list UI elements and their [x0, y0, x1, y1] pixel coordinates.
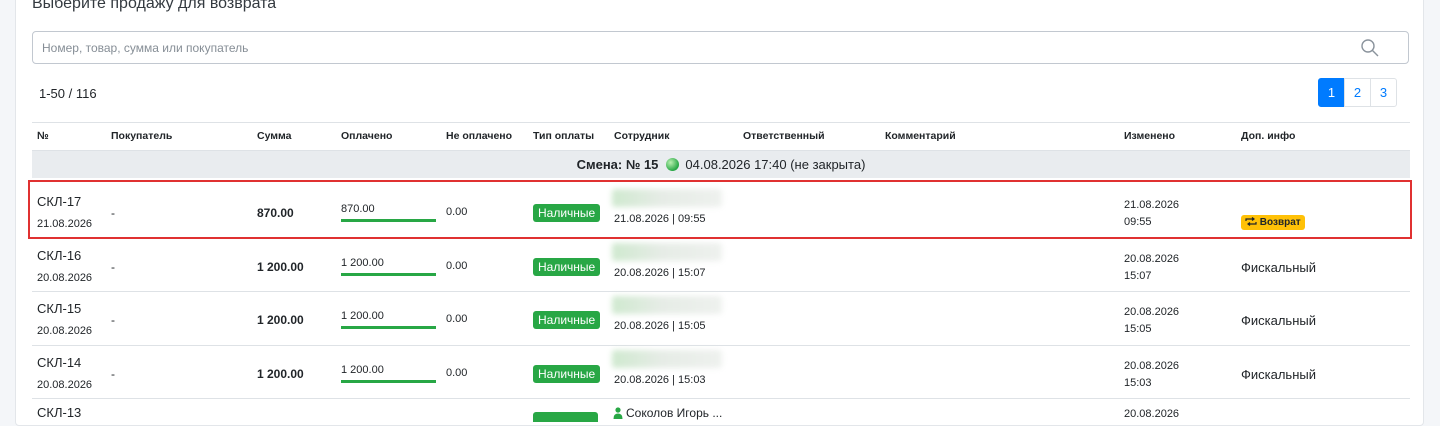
sale-number: СКЛ-15: [37, 301, 82, 316]
page-2-button[interactable]: 2: [1344, 78, 1371, 107]
payment-type-badge: Наличные: [533, 311, 601, 329]
employee-name: Соколов Игорь ...: [626, 406, 723, 420]
col-header-num[interactable]: №: [37, 130, 49, 142]
employee-name-blurred: [612, 189, 722, 207]
repeat-icon: [1245, 217, 1257, 226]
changed-date: 20.08.2026: [1124, 360, 1180, 372]
sum-cell: 870.00: [257, 206, 294, 220]
status-dot-icon: [666, 158, 680, 171]
col-header-sum[interactable]: Сумма: [257, 130, 292, 142]
sum-cell: 1 200.00: [257, 313, 304, 327]
sale-date: 20.08.2026: [37, 272, 93, 284]
pagination: 1 2 3: [1318, 78, 1397, 107]
paid-cell: 1 200.00: [341, 257, 384, 269]
sale-number: СКЛ-14: [37, 355, 82, 370]
results-count: 1-50 / 116: [39, 86, 97, 101]
col-header-buyer[interactable]: Покупатель: [111, 130, 172, 142]
paid-progress-bar: [341, 273, 436, 276]
unpaid-cell: 0.00: [446, 367, 468, 379]
table-row[interactable]: СКЛ-14 20.08.2026 - 1 200.00 1 200.00 0.…: [32, 345, 1410, 399]
changed-date: 20.08.2026: [1124, 253, 1180, 265]
row-divider: [32, 398, 1410, 399]
employee-name-blurred: [612, 296, 722, 314]
sale-number: СКЛ-16: [37, 248, 82, 263]
sale-date: 20.08.2026: [37, 379, 93, 391]
sale-date: 20.08.2026: [37, 325, 93, 337]
employee-date: 20.08.2026 | 15:03: [614, 374, 706, 386]
col-header-paytype[interactable]: Тип оплаты: [533, 130, 594, 142]
paid-progress-bar: [341, 219, 436, 222]
col-header-comment[interactable]: Комментарий: [885, 130, 956, 142]
employee-date: 21.08.2026 | 09:55: [614, 213, 706, 225]
shift-date: 04.08.2026 17:40 (не закрыта): [685, 157, 866, 172]
page-title: Выберите продажу для возврата: [32, 0, 277, 12]
employee-name-blurred: [612, 350, 722, 368]
extra-info: Фискальный: [1241, 367, 1316, 382]
search-input[interactable]: [33, 32, 1362, 63]
changed-cell: 20.08.2026 15:05: [1124, 304, 1179, 338]
paid-progress-bar: [341, 380, 436, 383]
changed-date-partial: 20.08.2026: [1124, 408, 1180, 420]
payment-type-badge: Наличные: [533, 204, 601, 222]
buyer-cell: -: [111, 206, 115, 220]
payment-type-badge-partial: [533, 412, 598, 422]
changed-date: 21.08.2026: [1124, 199, 1180, 211]
return-badge-label: Возврат: [1259, 217, 1301, 228]
col-header-changed[interactable]: Изменено: [1124, 130, 1175, 142]
employee-name-blurred: [612, 243, 722, 261]
changed-time: 15:07: [1124, 270, 1152, 282]
sale-date: 21.08.2026: [37, 218, 93, 230]
table-row[interactable]: СКЛ-16 20.08.2026 - 1 200.00 1 200.00 0.…: [32, 238, 1410, 292]
page-1-button[interactable]: 1: [1318, 78, 1345, 107]
shift-group-row: Смена: № 15 04.08.2026 17:40 (не закрыта…: [32, 151, 1410, 178]
col-header-responsible[interactable]: Ответственный: [743, 130, 825, 142]
changed-date: 20.08.2026: [1124, 306, 1180, 318]
sale-number-partial: СКЛ-13: [37, 405, 82, 420]
payment-type-badge: Наличные: [533, 258, 601, 276]
paid-cell: 1 200.00: [341, 310, 384, 322]
sum-cell: 1 200.00: [257, 260, 304, 274]
col-header-paid[interactable]: Оплачено: [341, 130, 392, 142]
employee-date: 20.08.2026 | 15:07: [614, 267, 706, 279]
col-header-extra[interactable]: Доп. инфо: [1241, 130, 1295, 142]
extra-info: Фискальный: [1241, 313, 1316, 328]
buyer-cell: -: [111, 313, 115, 327]
paid-cell: 870.00: [341, 203, 375, 215]
changed-time: 09:55: [1124, 216, 1152, 228]
unpaid-cell: 0.00: [446, 206, 468, 218]
col-header-unpaid[interactable]: Не оплачено: [446, 130, 512, 142]
table-row[interactable]: СКЛ-15 20.08.2026 - 1 200.00 1 200.00 0.…: [32, 291, 1410, 345]
employee-date: 20.08.2026 | 15:05: [614, 320, 706, 332]
table-top-border: [32, 122, 1410, 123]
payment-type-badge: Наличные: [533, 365, 601, 383]
changed-cell: 21.08.2026 09:55: [1124, 197, 1179, 231]
unpaid-cell: 0.00: [446, 260, 468, 272]
changed-time: 15:03: [1124, 377, 1152, 389]
extra-info: Фискальный: [1241, 260, 1316, 275]
shift-label: Смена: № 15: [576, 157, 659, 172]
col-header-employee[interactable]: Сотрудник: [614, 130, 669, 142]
buyer-cell: -: [111, 367, 115, 381]
return-badge: Возврат: [1241, 215, 1305, 230]
user-icon: [613, 407, 623, 419]
page-3-button[interactable]: 3: [1370, 78, 1397, 107]
table-row[interactable]: СКЛ-17 21.08.2026 - 870.00 870.00 0.00 Н…: [32, 184, 1410, 238]
buyer-cell: -: [111, 260, 115, 274]
search-icon[interactable]: [1360, 38, 1380, 58]
paid-progress-bar: [341, 326, 436, 329]
sum-cell: 1 200.00: [257, 367, 304, 381]
changed-cell: 20.08.2026 15:07: [1124, 251, 1179, 285]
search-box[interactable]: [32, 31, 1409, 64]
changed-cell: 20.08.2026 15:03: [1124, 358, 1179, 392]
changed-time: 15:05: [1124, 323, 1152, 335]
sale-number: СКЛ-17: [37, 194, 82, 209]
unpaid-cell: 0.00: [446, 313, 468, 325]
paid-cell: 1 200.00: [341, 364, 384, 376]
